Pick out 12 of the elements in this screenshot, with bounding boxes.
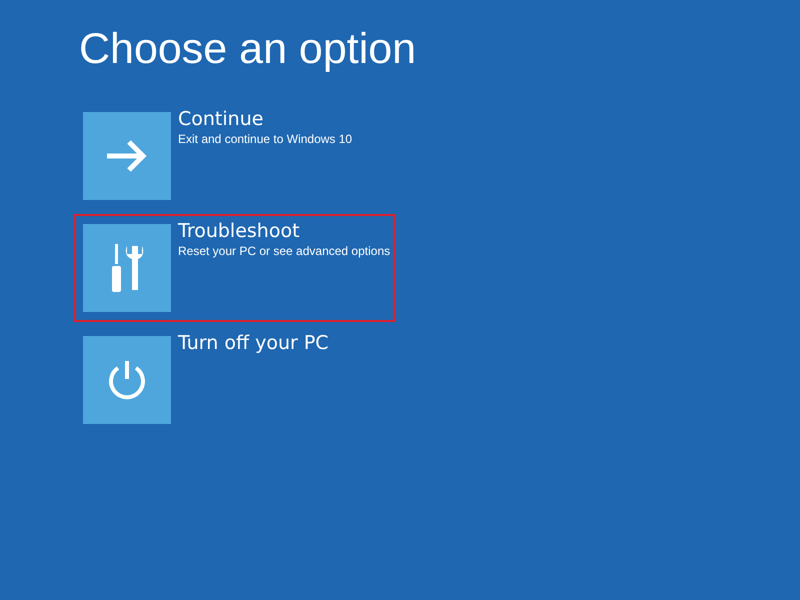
page-title: Choose an option xyxy=(79,24,418,75)
option-item[interactable]: Continue Exit and continue to Windows 10 xyxy=(74,102,395,210)
option-item[interactable]: Turn off your PC xyxy=(74,326,395,434)
option-item[interactable]: Troubleshoot Reset your PC or see advanced options xyxy=(74,214,395,322)
option-label: Continue xyxy=(178,108,264,130)
option-description: Exit and continue to Windows 10 xyxy=(178,131,352,147)
screwdriver-wrench-icon xyxy=(110,244,144,292)
option-label: Troubleshoot xyxy=(178,220,300,242)
power-icon xyxy=(107,359,147,401)
option-label: Turn off your PC xyxy=(178,332,329,354)
option-description: Reset your PC or see advanced options xyxy=(178,243,390,259)
arrow-icon xyxy=(105,138,149,174)
